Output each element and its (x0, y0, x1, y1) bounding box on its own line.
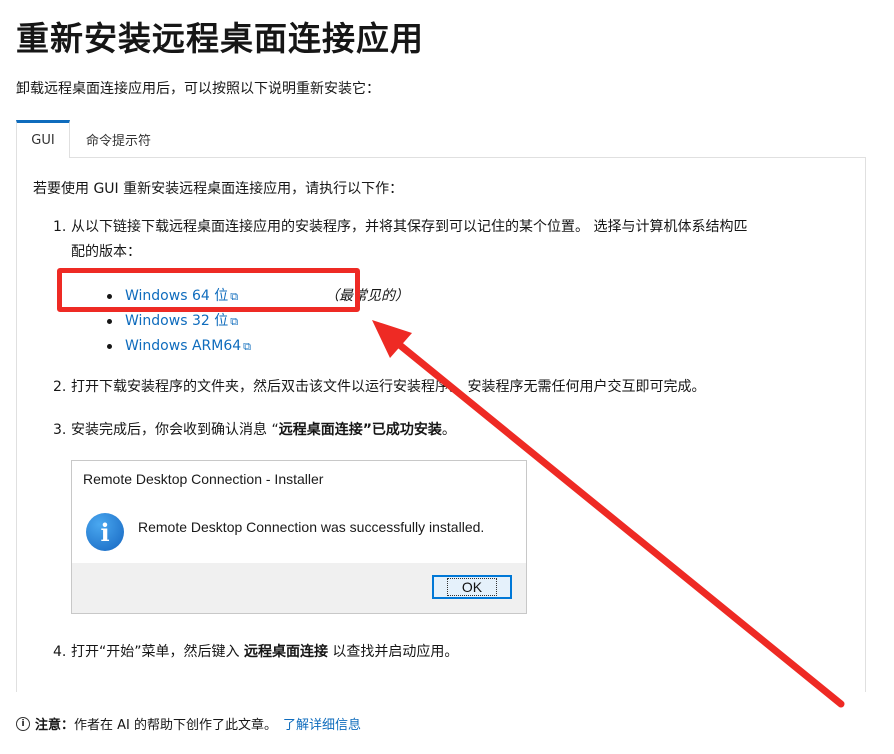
step-2: 2. 打开下载安装程序的文件夹，然后双击该文件以运行安装程序。 安装程序无需任何… (53, 375, 853, 400)
step-text: 从以下链接下载远程桌面连接应用的安装程序，并将其保存到可以记住的某个位置。 选择… (71, 219, 748, 260)
step-4: 4. 打开“开始”菜单，然后键入 远程桌面连接 以查找并启动应用。 (53, 640, 853, 665)
tab-gui[interactable]: GUI (16, 120, 70, 158)
annotation-highlight-box (57, 268, 360, 312)
info-circle-icon: i (16, 716, 30, 731)
note-text: 作者在 AI 的帮助下创作了此文章。 (74, 718, 278, 733)
bullet (107, 319, 112, 324)
installer-dialog-screenshot: Remote Desktop Connection - Installer i … (71, 460, 527, 614)
tab-panel: 若要使用 GUI 重新安装远程桌面连接应用，请执行以下作： 1. 从以下链接下载… (16, 157, 866, 692)
step-text: 打开“开始”菜单，然后键入 远程桌面连接 以查找并启动应用。 (71, 644, 459, 660)
ok-button: OK (432, 575, 512, 599)
external-link-icon: ⧉ (243, 340, 252, 353)
dialog-body: i Remote Desktop Connection was successf… (72, 497, 526, 563)
step-number: 3. (53, 422, 67, 438)
dialog-title: Remote Desktop Connection - Installer (83, 471, 324, 487)
step-number: 4. (53, 644, 67, 660)
bullet (107, 344, 112, 349)
step-3: 3. 安装完成后，你会收到确认消息 “远程桌面连接”已成功安装。 (53, 418, 853, 443)
tab-bar: GUI 命令提示符 (16, 120, 167, 158)
external-link-icon: ⧉ (230, 315, 239, 328)
ai-disclosure-note: i 注意： 作者在 AI 的帮助下创作了此文章。 了解详细信息 (16, 714, 361, 733)
link-windows-32[interactable]: Windows 32 位 ⧉ (125, 309, 238, 334)
step-text: 打开下载安装程序的文件夹，然后双击该文件以运行安装程序。 安装程序无需任何用户交… (71, 379, 706, 395)
note-label: 注意： (35, 718, 75, 733)
tab-command-prompt[interactable]: 命令提示符 (70, 120, 167, 158)
dialog-footer: OK (72, 563, 526, 613)
link-windows-arm64[interactable]: Windows ARM64 ⧉ (125, 334, 251, 359)
step-text: 安装完成后，你会收到确认消息 “远程桌面连接”已成功安装。 (71, 422, 456, 438)
step-1: 1. 从以下链接下载远程桌面连接应用的安装程序，并将其保存到可以记住的某个位置。… (53, 215, 853, 265)
step-number: 2. (53, 379, 67, 395)
panel-intro: 若要使用 GUI 重新安装远程桌面连接应用，请执行以下作： (33, 181, 404, 197)
page-intro: 卸载远程桌面连接应用后，可以按照以下说明重新安装它： (16, 81, 380, 97)
learn-more-link[interactable]: 了解详细信息 (283, 714, 361, 733)
page-title: 重新安装远程桌面连接应用 (16, 19, 424, 58)
dialog-message: Remote Desktop Connection was successful… (138, 519, 485, 535)
step-number: 1. (53, 219, 67, 235)
info-icon: i (86, 513, 124, 551)
